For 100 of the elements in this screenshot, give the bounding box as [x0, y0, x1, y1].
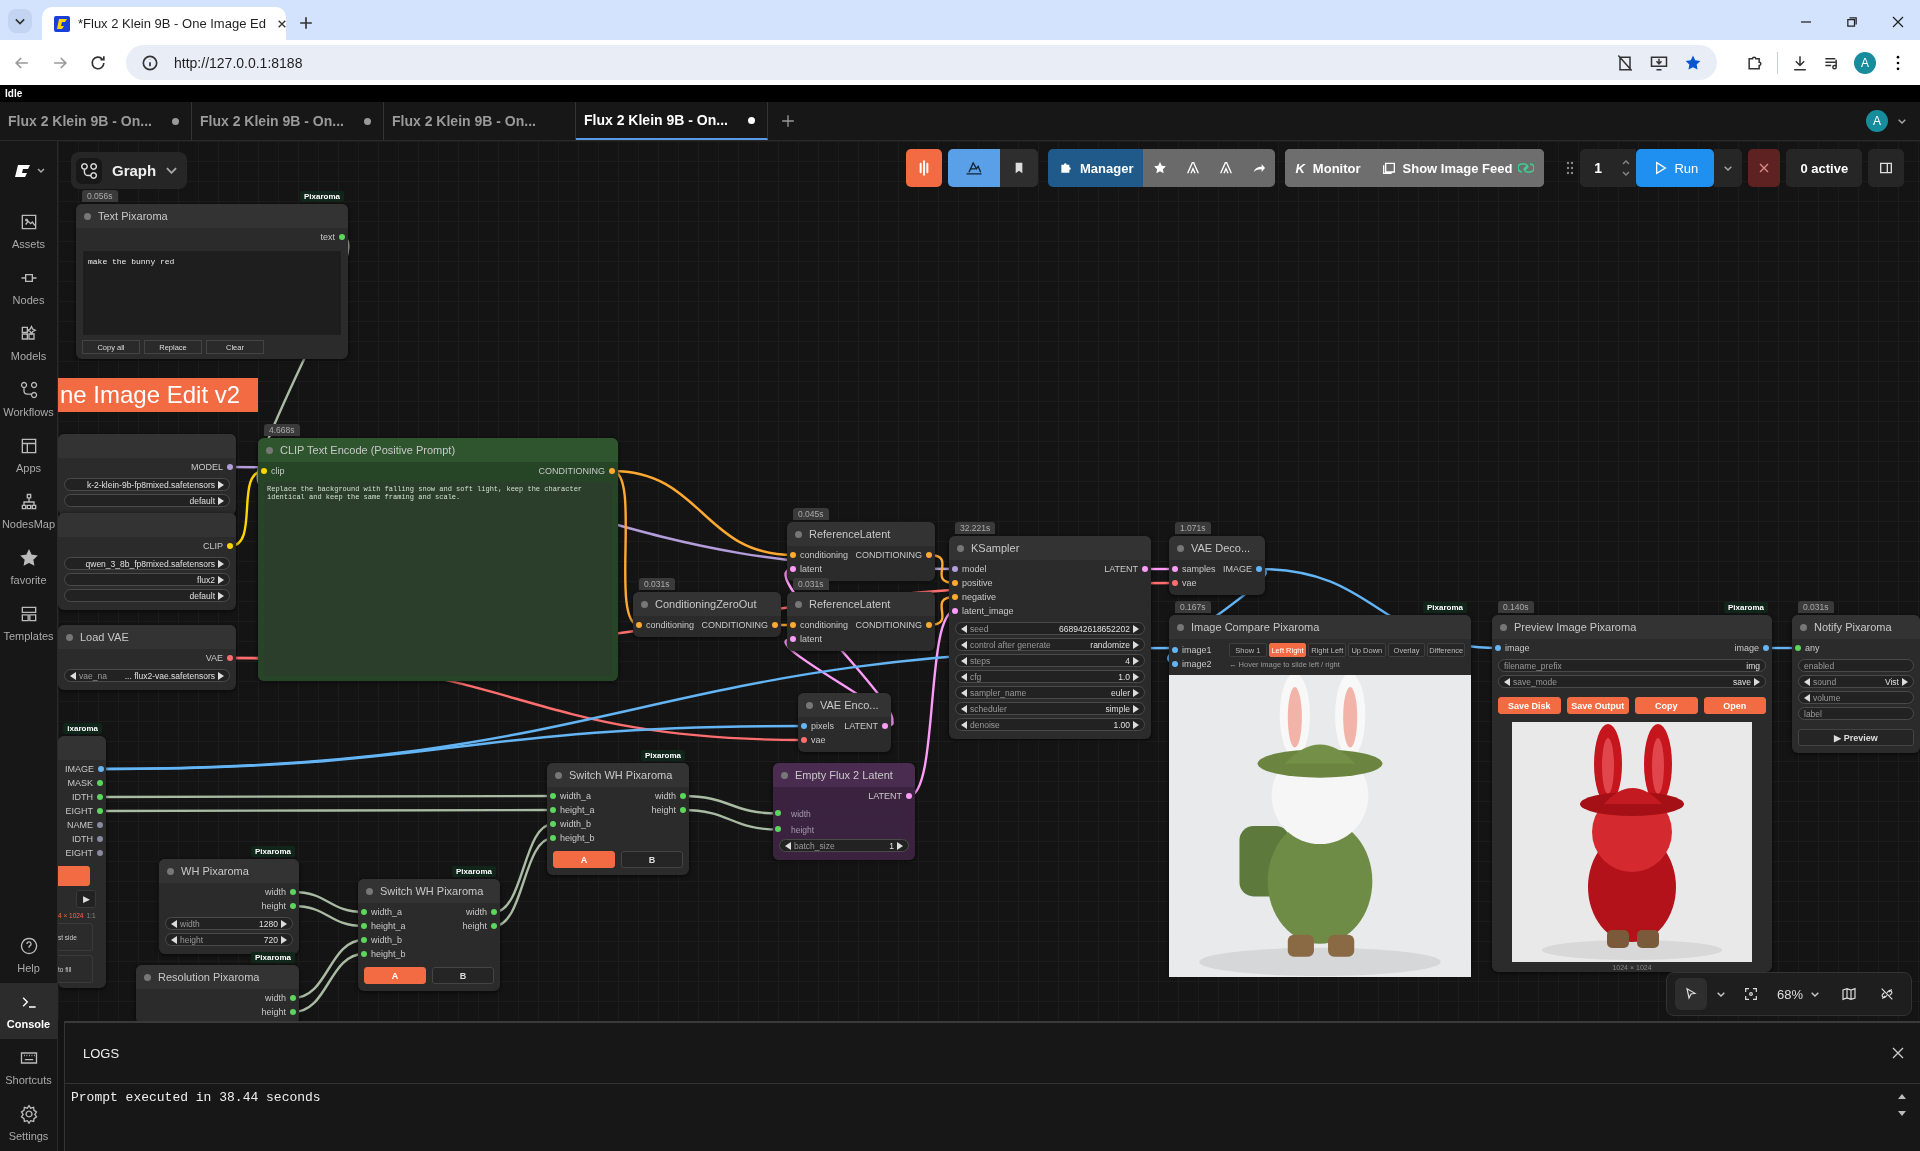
collapse-dot[interactable] [795, 530, 802, 538]
port-dot[interactable] [772, 622, 778, 628]
port-dot[interactable] [790, 636, 796, 642]
port-dot[interactable] [1495, 645, 1501, 651]
port-dot[interactable] [926, 552, 932, 558]
port-dot[interactable] [801, 737, 807, 743]
sidebar-item[interactable]: Templates [0, 595, 57, 651]
port-dot[interactable] [1172, 661, 1178, 667]
port-dot[interactable] [790, 552, 796, 558]
node-header[interactable]: Resolution Pixaroma [136, 965, 299, 989]
combo-field[interactable]: cfg 1.0 [955, 670, 1145, 683]
combo-field[interactable]: default [64, 589, 230, 602]
combo-field[interactable]: width 1280 [165, 917, 293, 930]
node-button[interactable]: B [621, 851, 683, 868]
port-dot[interactable] [609, 468, 615, 474]
sidebar-item[interactable]: Console [0, 983, 57, 1039]
address-field[interactable]: http://127.0.0.1:8188 [126, 45, 1717, 80]
combo-field[interactable]: sound Vist [1798, 675, 1914, 688]
node-button[interactable]: B [432, 967, 494, 984]
drag-handle-icon[interactable] [1566, 160, 1575, 176]
profile-avatar[interactable]: A [1854, 51, 1876, 74]
port-dot[interactable] [491, 923, 497, 929]
combo-field[interactable]: seed 668942618652202 [955, 622, 1145, 635]
port-dot[interactable] [290, 889, 296, 895]
collapse-dot[interactable] [366, 887, 373, 895]
port-dot[interactable] [290, 903, 296, 909]
combo-field[interactable]: qwen_3_8b_fp8mixed.safetensors [64, 557, 230, 570]
port-dot[interactable] [339, 234, 345, 240]
port-dot[interactable] [97, 850, 103, 856]
sidebar-item[interactable]: Models [0, 315, 57, 371]
collapse-dot[interactable] [1500, 623, 1507, 631]
collapse-dot[interactable] [144, 973, 151, 981]
combo-field[interactable]: batch_size 1 [779, 839, 909, 852]
port-dot[interactable] [1172, 580, 1178, 586]
port-dot[interactable] [906, 793, 912, 799]
node-header[interactable]: KSampler [949, 536, 1151, 560]
graph-node[interactable]: MODEL k-2-klein-9b-fp8mixed.safetensors default [58, 434, 236, 515]
combo-field[interactable]: k-2-klein-9b-fp8mixed.safetensors [64, 478, 230, 491]
text-field[interactable]: enabled [1798, 659, 1914, 672]
collapse-dot[interactable] [1177, 544, 1184, 552]
combo-field[interactable]: scheduler simple [955, 702, 1145, 715]
port-dot[interactable] [98, 766, 104, 772]
collapse-dot[interactable] [806, 701, 813, 709]
port-dot[interactable] [97, 794, 103, 800]
port-dot[interactable] [680, 793, 686, 799]
port-dot[interactable] [952, 566, 958, 572]
port-dot[interactable] [680, 807, 686, 813]
sidebar-item[interactable]: Workflows [0, 371, 57, 427]
combo-field[interactable]: height 720 [165, 933, 293, 946]
node-header[interactable]: Switch WH Pixaroma [547, 763, 689, 787]
play-button[interactable]: ▶ [76, 890, 96, 908]
sidebar-item[interactable]: favorite [0, 539, 57, 595]
zoom-button[interactable]: 68% [1772, 978, 1827, 1010]
port-dot[interactable] [290, 1009, 296, 1015]
graph-node[interactable]: Load VAE VAE vae_na ... flux2-vae.safetensors [58, 625, 236, 690]
node-header[interactable]: ReferenceLatent [787, 522, 935, 546]
node-header[interactable] [58, 513, 236, 537]
port-dot[interactable] [361, 923, 367, 929]
node-header[interactable]: WH Pixaroma [159, 859, 299, 883]
port-dot[interactable] [926, 622, 932, 628]
port-dot[interactable] [952, 608, 958, 614]
port-dot[interactable] [1795, 645, 1801, 651]
port-dot[interactable] [1763, 645, 1769, 651]
port-dot[interactable] [1172, 647, 1178, 653]
port-dot[interactable] [97, 780, 103, 786]
node-header[interactable]: VAE Enco... [798, 693, 891, 717]
combo-field[interactable]: volume [1798, 691, 1914, 704]
combo-field[interactable]: vae_na ... flux2-vae.safetensors [64, 669, 230, 682]
node-header[interactable]: Notify Pixaroma [1792, 615, 1920, 639]
port-dot[interactable] [227, 464, 233, 470]
collapse-dot[interactable] [1177, 623, 1184, 631]
workflow-tab[interactable]: Flux 2 Klein 9B - On... [192, 102, 384, 140]
port-dot[interactable] [882, 723, 888, 729]
collapse-dot[interactable] [167, 867, 174, 875]
sidebar-item[interactable]: Shortcuts [0, 1039, 57, 1095]
collapse-dot[interactable] [795, 600, 802, 608]
panel-toggle-button[interactable] [1868, 149, 1905, 187]
node-header[interactable]: Switch WH Pixaroma [358, 879, 500, 903]
port-dot[interactable] [550, 821, 556, 827]
collapse-dot[interactable] [957, 544, 964, 552]
node-header[interactable] [58, 736, 106, 760]
combo-field[interactable]: denoise 1.00 [955, 718, 1145, 731]
port-dot[interactable] [790, 566, 796, 572]
tab-list-icon[interactable] [8, 9, 32, 33]
queue-button[interactable]: 0 active [1786, 149, 1863, 187]
mountain-button[interactable] [948, 149, 1000, 187]
share-button[interactable] [1242, 149, 1276, 187]
graph-node[interactable]: VAE Enco... pixels LATENT vae [798, 693, 891, 752]
port-dot[interactable] [550, 835, 556, 841]
sidebar-item[interactable]: Apps [0, 427, 57, 483]
node-header[interactable]: Text Pixaroma [76, 204, 348, 228]
combo-field[interactable]: flux2 [64, 573, 230, 586]
star-button[interactable] [1143, 149, 1177, 187]
node-header[interactable]: Preview Image Pixaroma [1492, 615, 1772, 639]
sidebar-item[interactable]: Assets [0, 203, 57, 259]
port-dot[interactable] [952, 580, 958, 586]
sidebar-item[interactable]: Help [0, 927, 57, 983]
node-header[interactable] [58, 434, 236, 458]
pointer-button[interactable] [1674, 978, 1707, 1010]
activity-button[interactable] [906, 149, 942, 187]
